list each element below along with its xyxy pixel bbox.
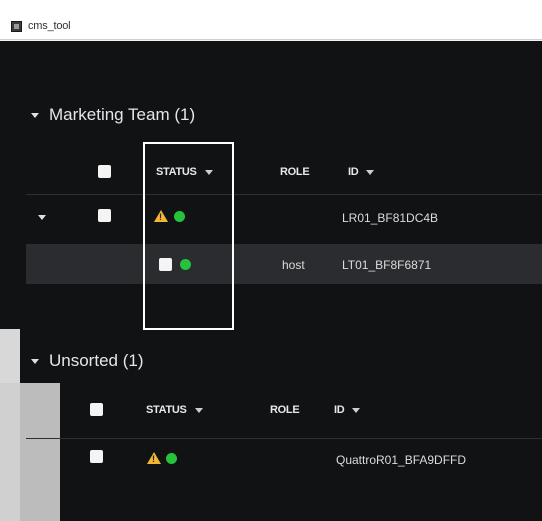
window-title: cms_tool [28, 20, 71, 32]
group-title: Marketing Team (1) [49, 105, 196, 124]
sort-caret-icon[interactable] [366, 169, 375, 175]
row-id: LT01_BF8F6871 [342, 258, 432, 272]
column-header-id[interactable]: ID [334, 404, 361, 416]
table-row[interactable]: QuattroR01_BFA9DFFD [26, 440, 542, 480]
device-list-panel: Marketing Team (1) STATUS ROLE ID LR01_B… [0, 41, 542, 521]
table-row[interactable]: LR01_BF81DC4B [26, 196, 542, 238]
warning-icon [147, 452, 161, 464]
group-header-unsorted[interactable]: Unsorted (1) [31, 351, 143, 371]
row-id: QuattroR01_BFA9DFFD [336, 453, 467, 467]
row-checkbox[interactable] [98, 209, 111, 222]
title-bar: cms_tool [0, 0, 542, 40]
expand-row-chevron-icon[interactable] [38, 215, 46, 220]
group-title: Unsorted (1) [49, 351, 144, 370]
group-header-marketing-team[interactable]: Marketing Team (1) [31, 105, 195, 125]
row-checkbox[interactable] [90, 450, 103, 463]
select-all-checkbox[interactable] [98, 165, 111, 178]
select-all-checkbox[interactable] [90, 403, 103, 416]
online-dot-icon [166, 453, 177, 464]
table-header-row: STATUS ROLE ID [26, 149, 542, 195]
highlight-box [143, 142, 234, 330]
column-header-role[interactable]: ROLE [270, 404, 300, 416]
table-header-row: STATUS ROLE ID [26, 393, 542, 439]
row-id: LR01_BF81DC4B [342, 211, 439, 225]
table-row[interactable]: host LT01_BF8F6871 [26, 244, 542, 284]
app-window: cms_tool Marketing Team (1) STATUS ROLE … [0, 0, 542, 521]
app-icon [11, 21, 22, 32]
chevron-down-icon[interactable] [31, 358, 39, 364]
sort-caret-icon[interactable] [194, 407, 203, 413]
chevron-down-icon[interactable] [31, 112, 39, 118]
column-header-id[interactable]: ID [348, 166, 375, 178]
column-header-role[interactable]: ROLE [280, 166, 310, 178]
sort-caret-icon[interactable] [352, 407, 361, 413]
column-header-status[interactable]: STATUS [146, 404, 203, 416]
row-role: host [282, 258, 305, 272]
